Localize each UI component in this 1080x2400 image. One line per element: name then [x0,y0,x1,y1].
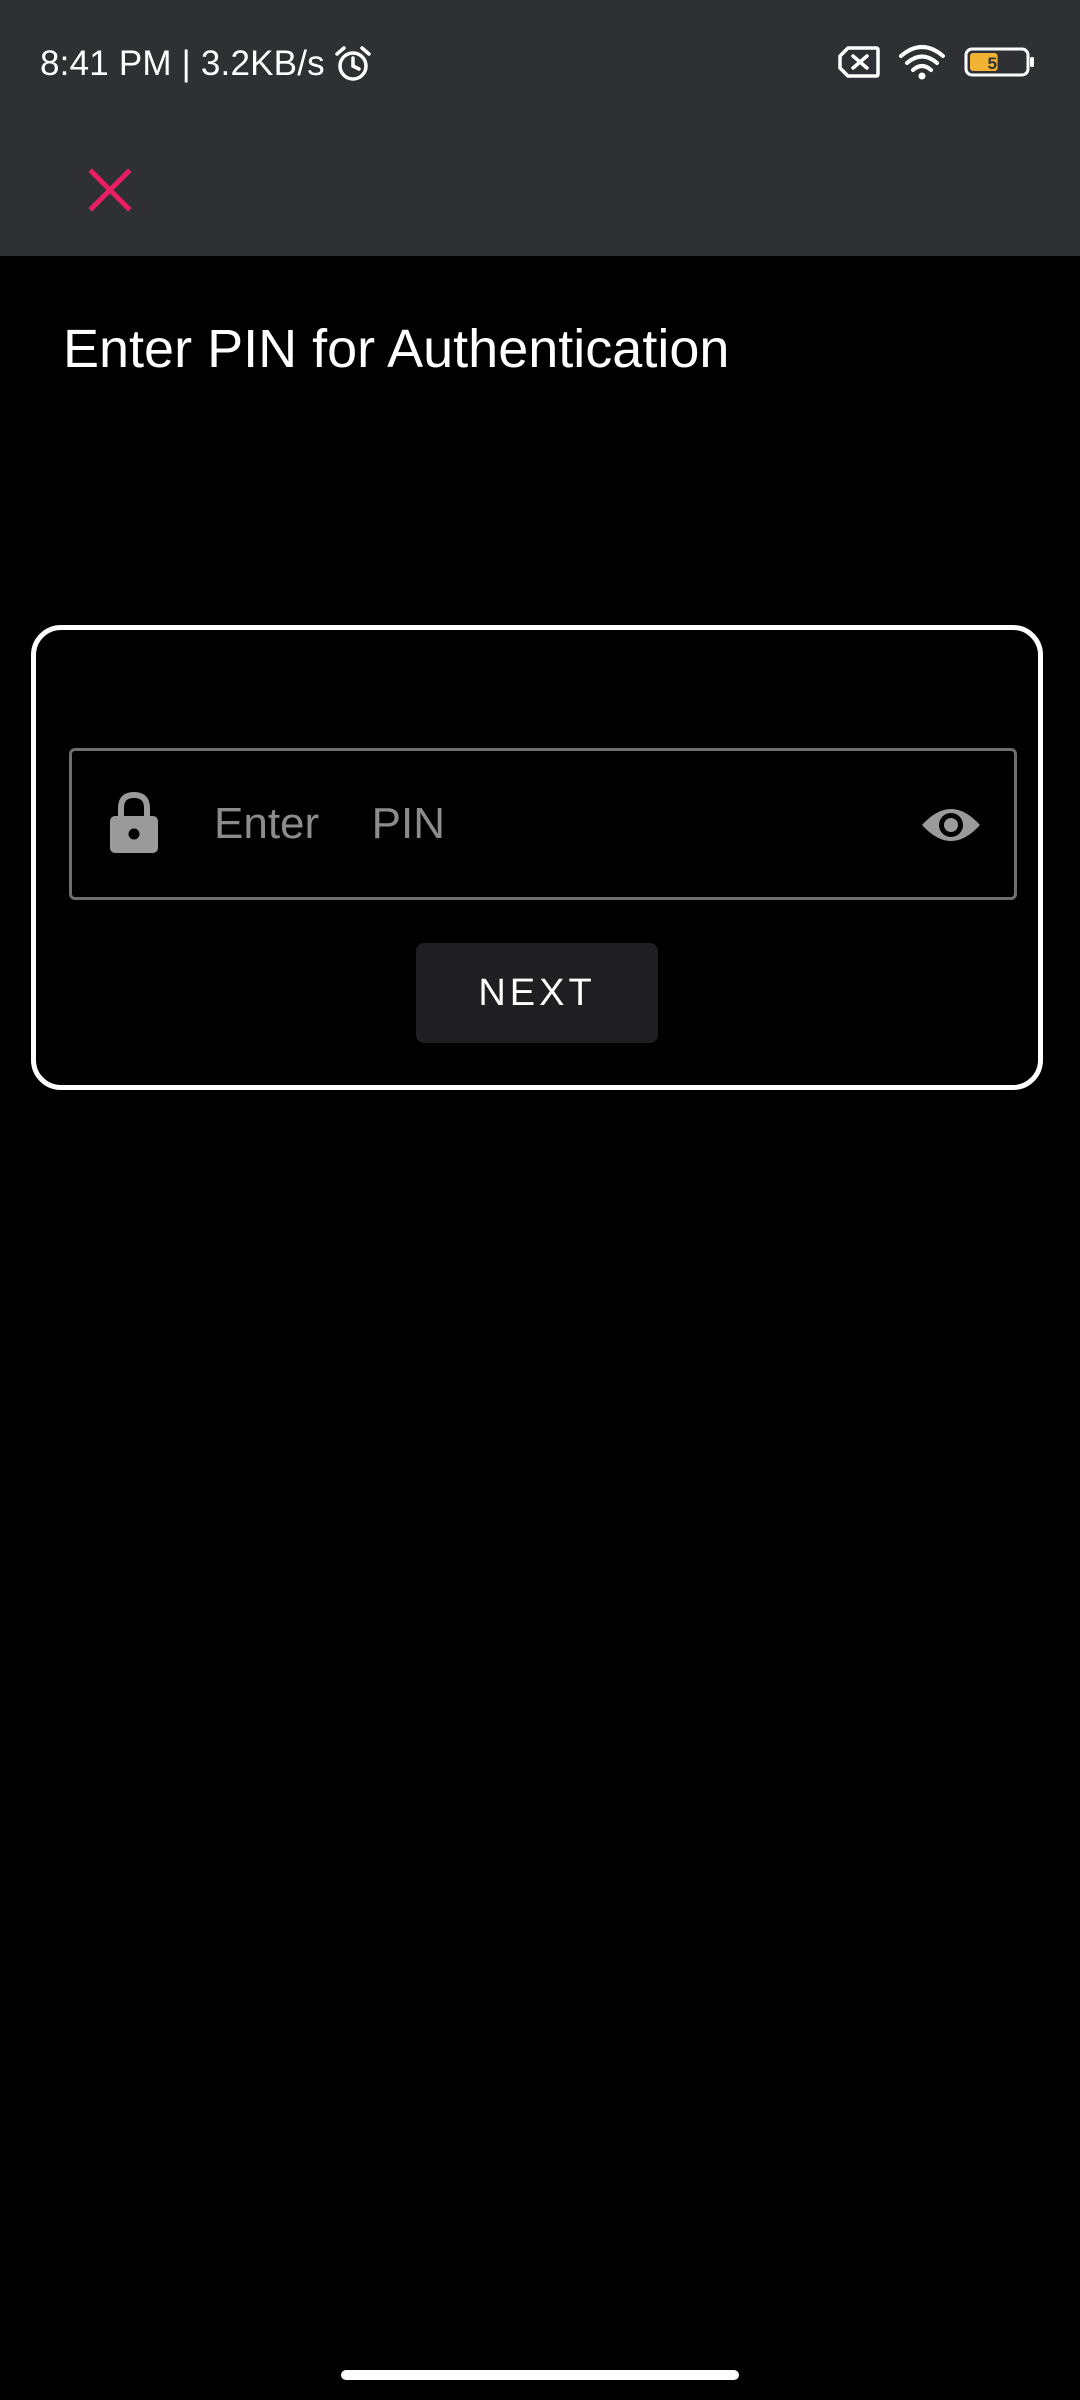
close-button[interactable] [74,154,146,226]
toggle-visibility-button[interactable] [918,793,984,857]
page-title: Enter PIN for Authentication [63,319,730,379]
battery-level-text: 51 [988,54,1007,73]
pin-input[interactable] [214,781,854,867]
wifi-icon [898,44,946,80]
pin-card: NEXT [31,625,1043,1090]
home-indicator[interactable] [341,2370,739,2380]
eye-icon [922,809,980,841]
status-bar: 8:41 PM | 3.2KB/s 51 [0,0,1080,130]
lock-icon [108,791,160,855]
close-icon [88,168,132,212]
status-right: 51 [838,44,1036,80]
no-sim-icon [838,46,880,78]
pin-field[interactable] [69,748,1017,900]
top-area: 8:41 PM | 3.2KB/s 51 [0,0,1080,256]
status-time-speed: 8:41 PM | 3.2KB/s [40,44,325,83]
app-bar [0,130,1080,256]
alarm-icon [333,44,373,84]
next-button[interactable]: NEXT [416,943,658,1043]
battery-icon: 51 [964,46,1036,78]
status-left: 8:41 PM | 3.2KB/s [40,44,373,84]
